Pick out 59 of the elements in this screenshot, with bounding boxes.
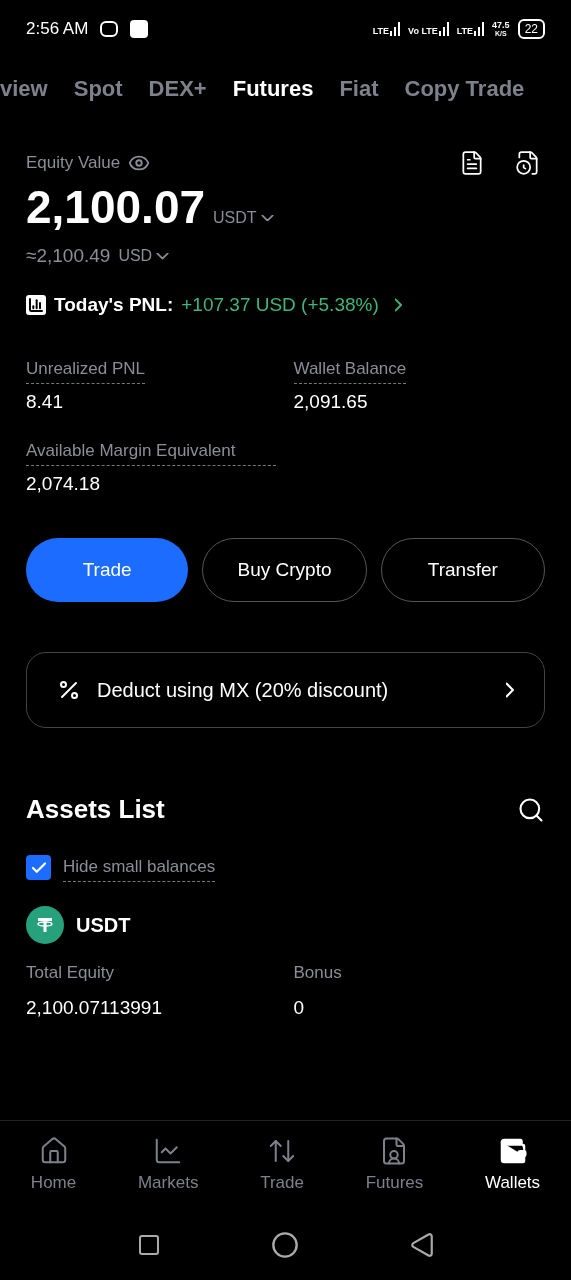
stat-label: Unrealized PNL: [26, 355, 146, 384]
status-time: 2:56 AM: [26, 18, 89, 41]
home-icon[interactable]: [270, 1231, 299, 1259]
category-tab[interactable]: Futures: [232, 71, 314, 105]
equity-value: 2,100.07: [26, 184, 206, 230]
signal-icon: [474, 22, 485, 36]
app-icon: [130, 20, 149, 38]
field-value: 2,100.07113991: [26, 995, 163, 1020]
bar-chart-icon: [26, 294, 46, 315]
coin-icon: [26, 906, 64, 944]
nav-tab[interactable]: Trade: [260, 1135, 304, 1196]
battery-indicator: 22: [517, 19, 545, 39]
nav-tab[interactable]: Wallets: [485, 1135, 541, 1196]
recent-apps-icon[interactable]: [136, 1233, 161, 1257]
history-icon[interactable]: [515, 150, 541, 176]
percent-icon: [57, 678, 81, 702]
back-icon[interactable]: [408, 1232, 435, 1258]
chat-icon: [100, 21, 119, 37]
chevron-right-icon: [506, 682, 514, 698]
network-label: LTE: [456, 27, 474, 36]
pnl-label: Today's PNL:: [54, 292, 174, 317]
stat-label: Available Margin Equivalent: [26, 436, 276, 466]
deduct-banner[interactable]: Deduct using MX (20% discount): [26, 652, 545, 728]
document-icon[interactable]: [459, 150, 485, 176]
stat-value: 2,074.18: [26, 471, 101, 496]
pnl-link[interactable]: Today's PNL: +107.37 USD (+5.38%): [26, 290, 545, 319]
equity-label: Equity Value: [26, 152, 121, 175]
stat-value: 8.41: [26, 390, 64, 414]
approx-value: ≈2,100.49: [26, 244, 111, 268]
chevron-right-icon: [394, 297, 402, 312]
stat-value: 2,091.65: [293, 390, 369, 414]
signal-icon: [438, 22, 449, 36]
currency-selector[interactable]: USDT: [213, 206, 274, 230]
nav-tab[interactable]: Futures: [365, 1135, 424, 1196]
category-tab[interactable]: Copy Trade: [404, 71, 525, 105]
nav-tab[interactable]: Markets: [137, 1135, 199, 1196]
currency-selector[interactable]: USD: [118, 244, 170, 269]
network-speed: 47.5: [492, 21, 510, 30]
chevron-down-icon: [156, 253, 170, 260]
network-label: LTE: [372, 27, 390, 36]
search-icon[interactable]: [517, 795, 545, 824]
stat-label: Wallet Balance: [293, 355, 407, 384]
checkbox-label: Hide small balances: [63, 853, 216, 882]
chevron-down-icon: [260, 214, 274, 222]
nav-tab[interactable]: Home: [30, 1135, 77, 1196]
category-tab[interactable]: Spot: [73, 71, 123, 105]
signal-icon: [390, 22, 401, 36]
field-value: 0: [293, 995, 306, 1020]
coin-symbol: USDT: [76, 913, 131, 938]
category-tab[interactable]: DEX+: [148, 71, 207, 105]
category-tab[interactable]: Fiat: [339, 71, 379, 105]
action-button[interactable]: Trade: [26, 538, 189, 602]
category-tab[interactable]: view: [0, 71, 48, 105]
field-label: Bonus: [293, 962, 343, 984]
network-label: Vo LTE: [408, 27, 438, 36]
pnl-value: +107.37 USD (+5.38%): [181, 292, 379, 317]
field-label: Total Equity: [26, 962, 115, 984]
section-title: Assets List: [26, 793, 165, 826]
checkbox[interactable]: [26, 855, 51, 880]
